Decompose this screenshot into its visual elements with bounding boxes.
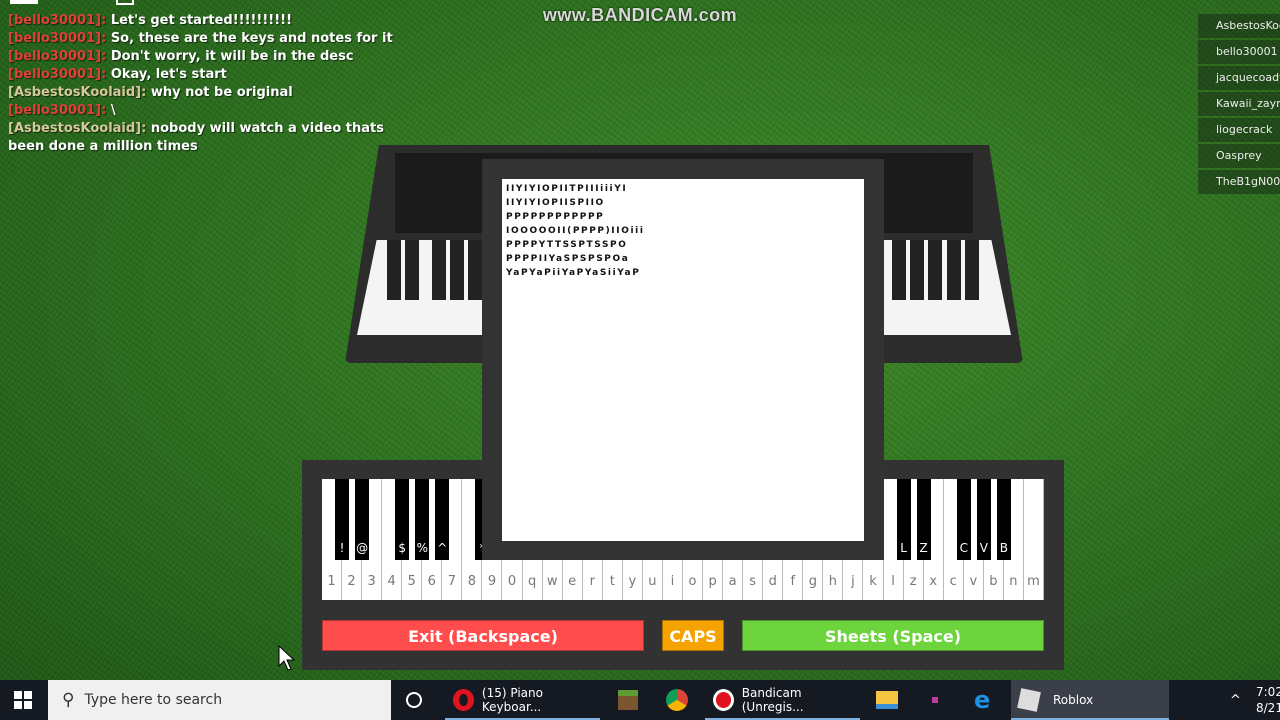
mouse-cursor-icon [278,645,296,671]
chat-text: So, these are the keys and notes for it [110,31,393,46]
minecraft-icon [618,690,638,710]
sheet-line: YaPYaPiiYaPYaSiiYaP [506,268,641,278]
player-list-item[interactable]: liogecrack [1198,118,1280,142]
black-key[interactable]: V [976,479,991,560]
cortana-icon [406,692,422,708]
background-black-key [387,240,401,300]
roblox-icon [1017,688,1041,712]
player-list-item[interactable]: TheB1gN00b [1198,170,1280,194]
black-key[interactable]: @ [355,479,370,560]
search-icon: ⚲ [62,690,75,710]
sheet-line: PPPPPPPPPPPP [506,212,605,222]
black-key[interactable]: C [956,479,971,560]
start-button[interactable] [14,680,34,720]
chat-username[interactable]: [bello30001]: [8,31,106,46]
chat-text: Okay, let's start [110,67,227,82]
chat-message: [bello30001]: Let's get started!!!!!!!!!… [8,12,398,30]
taskbar-app-edge[interactable]: e [974,680,990,720]
chat-text: Don't worry, it will be in the desc [110,49,354,64]
app-icon [932,697,938,703]
chat-message: [bello30001]: Don't worry, it will be in… [8,48,398,66]
taskbar-app-chrome[interactable] [666,680,696,720]
taskbar-search-box[interactable]: ⚲ Type here to search [48,680,391,720]
white-key[interactable]: m [1024,479,1044,600]
taskbar-app-opera[interactable]: (15) Piano Keyboar... [445,680,600,720]
chrome-icon [666,689,688,711]
chat-log: [bello30001]: Let's get started!!!!!!!!!… [8,12,398,156]
taskbar-app-minecraft[interactable] [618,680,638,720]
taskbar: ⚲ Type here to search (15) Piano Keyboar… [0,680,1280,720]
player-list-item[interactable]: Oasprey [1198,144,1280,168]
caps-button[interactable]: CAPS [662,620,724,651]
taskbar-app-file-explorer[interactable] [876,680,898,720]
chat-text: Let's get started!!!!!!!!!! [110,13,292,28]
black-key[interactable]: ! [335,479,350,560]
chat-username[interactable]: [bello30001]: [8,49,106,64]
clock-date: 8/21/ [1256,701,1280,715]
sheet-line: IIYIYIOPIISPIIO [506,198,605,208]
sheet-music-text: IIYIYIOPIITPIIIiiiYI IIYIYIOPIISPIIO PPPPP… [502,179,864,541]
player-list-item[interactable]: bello30001 [1198,40,1280,64]
sheet-line: IIYIYIOPIITPIIIiiiYI [506,184,628,194]
sheet-music-panel: IIYIYIOPIITPIIIiiiYI IIYIYIOPIISPIIO PPPPP… [482,159,884,560]
app-label: Bandicam (Unregis... [741,686,804,714]
background-black-key [468,240,482,300]
menu-icon[interactable] [10,0,38,4]
chat-message: [AsbestosKoolaid]: why not be original [8,84,398,102]
black-key[interactable]: Z [916,479,931,560]
player-list-item[interactable]: Kawaii_zayra [1198,92,1280,116]
clock[interactable]: 7:02 8/21/ [1256,680,1280,720]
taskbar-app-bandicam[interactable]: Bandicam (Unregis... [705,680,860,720]
black-key[interactable]: % [415,479,430,560]
cortana-button[interactable] [406,680,426,720]
exit-button[interactable]: Exit (Backspace) [322,620,644,651]
background-black-key [892,240,906,300]
player-list-item[interactable]: jacquecoady [1198,66,1280,90]
sheets-button[interactable]: Sheets (Space) [742,620,1044,651]
chat-username[interactable]: [AsbestosKoolaid]: [8,121,146,136]
clock-time: 7:02 [1256,685,1280,699]
chat-username[interactable]: [bello30001]: [8,103,106,118]
chat-message: [AsbestosKoolaid]: nobody will watch a v… [8,120,398,156]
bandicam-icon [713,689,734,711]
chat-message: [bello30001]: Okay, let's start [8,66,398,84]
search-placeholder: Type here to search [84,692,223,708]
background-black-key [928,240,942,300]
chat-text: \ [110,103,116,118]
background-black-key [405,240,419,300]
background-black-key [965,240,979,300]
show-hidden-icons-button[interactable]: ^ [1230,680,1241,720]
sheet-line: PPPPYTTSSPTSSPO [506,240,628,250]
background-black-key [910,240,924,300]
sheet-line: IOOOOOII(PPPP)IIOiii [506,226,645,236]
background-black-key [450,240,464,300]
folder-icon [876,691,898,709]
chat-username[interactable]: [AsbestosKoolaid]: [8,85,146,100]
chat-text: why not be original [150,85,293,100]
app-label: Roblox [1053,693,1094,707]
windows-icon [14,691,32,709]
black-key[interactable]: B [996,479,1011,560]
chevron-up-icon: ^ [1230,692,1241,708]
player-list-item[interactable]: AsbestosKoolaid [1198,14,1280,38]
chat-message: [bello30001]: So, these are the keys and… [8,30,398,48]
player-list: AsbestosKoolaidbello30001jacquecoadyKawa… [1198,14,1280,196]
chat-message: [bello30001]: \ [8,102,398,120]
sheet-line: PPPPIIYaSPSPSPOa [506,254,630,264]
taskbar-app-roblox[interactable]: Roblox [1011,680,1169,720]
background-black-key [947,240,961,300]
chat-username[interactable]: [bello30001]: [8,67,106,82]
black-key[interactable]: L [896,479,911,560]
chat-username[interactable]: [bello30001]: [8,13,106,28]
black-key[interactable]: ^ [435,479,450,560]
app-label: (15) Piano Keyboar... [481,686,543,714]
taskbar-app-small[interactable] [932,680,938,720]
edge-icon: e [974,686,991,714]
black-key[interactable]: $ [395,479,410,560]
background-black-key [432,240,446,300]
opera-icon [453,689,474,711]
